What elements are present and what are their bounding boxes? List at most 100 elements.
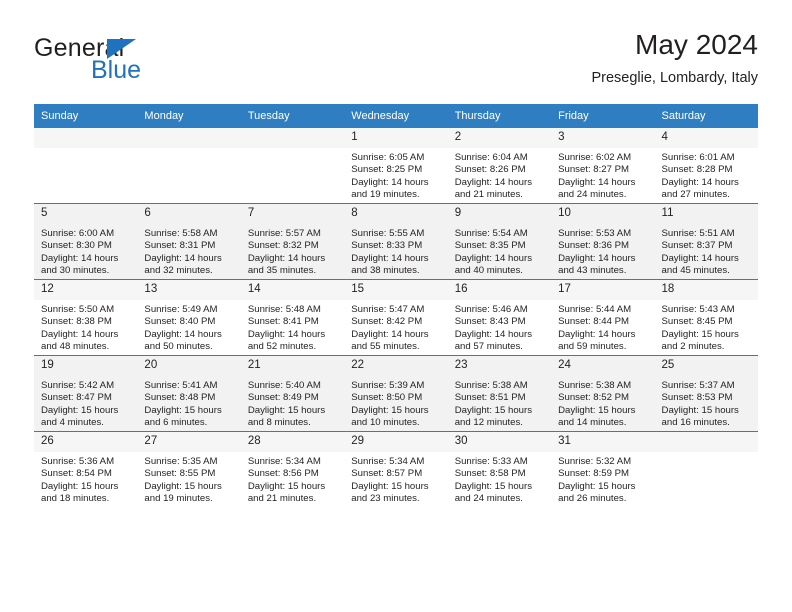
day-details (137, 148, 240, 152)
daylight-text: Daylight: 14 hours and 27 minutes. (661, 176, 739, 201)
calendar-day-cell[interactable]: 14 Sunrise: 5:48 AM Sunset: 8:41 PM Dayligh… (240, 279, 345, 356)
daylight-text: Daylight: 14 hours and 55 minutes. (351, 328, 429, 353)
sunset-text: Sunset: 8:35 PM (454, 240, 526, 252)
calendar-day-cell[interactable]: 6 Sunrise: 5:58 AM Sunset: 8:31 PM Daylight… (137, 203, 241, 280)
day-details: Sunrise: 6:04 AM Sunset: 8:26 PM Daylight:… (448, 148, 551, 202)
sunrise-text: Sunrise: 6:00 AM (41, 228, 115, 239)
sunset-text: Sunset: 8:48 PM (144, 392, 216, 404)
daylight-text: Daylight: 14 hours and 57 minutes. (454, 328, 533, 353)
calendar-day-cell[interactable]: 11 Sunrise: 5:51 AM Sunset: 8:37 PM Dayligh… (654, 203, 758, 280)
sunset-text: Sunset: 8:31 PM (144, 240, 216, 252)
daylight-text: Daylight: 15 hours and 2 minutes. (661, 328, 739, 353)
daylight-text: Daylight: 15 hours and 19 minutes. (144, 480, 222, 505)
calendar-day-cell[interactable]: 22 Sunrise: 5:39 AM Sunset: 8:50 PM Dayligh… (344, 355, 448, 432)
calendar-day-cell[interactable]: 9 Sunrise: 5:54 AM Sunset: 8:35 PM Daylight… (447, 203, 552, 280)
calendar-day-cell[interactable]: 21 Sunrise: 5:40 AM Sunset: 8:49 PM Dayligh… (240, 355, 345, 432)
calendar-day-cell[interactable]: 12 Sunrise: 5:50 AM Sunset: 8:38 PM Dayligh… (34, 279, 138, 356)
sunrise-text: Sunrise: 6:01 AM (661, 152, 735, 163)
sunset-text: Sunset: 8:59 PM (558, 468, 630, 480)
weekday-header-sunday: Sunday (34, 104, 138, 128)
sunrise-text: Sunrise: 5:40 AM (247, 380, 321, 391)
sunrise-text: Sunrise: 5:49 AM (144, 304, 218, 315)
calendar-day-cell-empty (654, 431, 758, 507)
calendar-day-cell[interactable]: 24 Sunrise: 5:38 AM Sunset: 8:52 PM Dayligh… (551, 355, 655, 432)
daylight-text: Daylight: 15 hours and 23 minutes. (351, 480, 429, 505)
calendar-day-cell[interactable]: 25 Sunrise: 5:37 AM Sunset: 8:53 PM Dayligh… (654, 355, 758, 432)
day-details: Sunrise: 5:38 AM Sunset: 8:51 PM Daylight:… (448, 376, 551, 430)
calendar-day-cell[interactable]: 23 Sunrise: 5:38 AM Sunset: 8:51 PM Dayligh… (447, 355, 552, 432)
sunrise-text: Sunrise: 5:57 AM (247, 228, 321, 239)
day-details: Sunrise: 5:34 AM Sunset: 8:56 PM Daylight:… (241, 452, 344, 506)
day-number: 20 (144, 359, 158, 371)
daylight-text: Daylight: 14 hours and 19 minutes. (351, 176, 429, 201)
day-number: 5 (41, 207, 48, 219)
calendar-day-cell[interactable]: 27 Sunrise: 5:35 AM Sunset: 8:55 PM Dayligh… (137, 431, 241, 507)
day-details: Sunrise: 5:37 AM Sunset: 8:53 PM Daylight:… (655, 376, 758, 430)
sunrise-text: Sunrise: 6:05 AM (351, 152, 425, 163)
calendar-week-row: 26 Sunrise: 5:36 AM Sunset: 8:54 PM Dayligh… (34, 431, 758, 507)
daylight-text: Daylight: 15 hours and 21 minutes. (247, 480, 326, 505)
sunrise-text: Sunrise: 6:04 AM (454, 152, 528, 163)
sunrise-text: Sunrise: 5:33 AM (454, 456, 528, 467)
daylight-text: Daylight: 14 hours and 35 minutes. (247, 252, 326, 277)
calendar-day-cell[interactable]: 10 Sunrise: 5:53 AM Sunset: 8:36 PM Dayligh… (551, 203, 655, 280)
calendar-day-cell[interactable]: 15 Sunrise: 5:47 AM Sunset: 8:42 PM Dayligh… (344, 279, 448, 356)
day-number: 4 (655, 128, 758, 148)
daylight-text: Daylight: 15 hours and 12 minutes. (454, 404, 533, 429)
sunrise-text: Sunrise: 5:54 AM (454, 228, 528, 239)
day-details: Sunrise: 5:57 AM Sunset: 8:32 PM Daylight:… (241, 224, 344, 278)
calendar-day-cell[interactable]: 19 Sunrise: 5:42 AM Sunset: 8:47 PM Dayligh… (34, 355, 138, 432)
day-details: Sunrise: 5:43 AM Sunset: 8:45 PM Daylight:… (655, 300, 758, 354)
calendar-day-cell[interactable]: 16 Sunrise: 5:46 AM Sunset: 8:43 PM Dayligh… (447, 279, 552, 356)
sunrise-text: Sunrise: 5:32 AM (558, 456, 632, 467)
sunset-text: Sunset: 8:43 PM (454, 316, 526, 328)
calendar-day-cell[interactable]: 13 Sunrise: 5:49 AM Sunset: 8:40 PM Dayligh… (137, 279, 241, 356)
calendar-body: 1 Sunrise: 6:05 AM Sunset: 8:25 PM Daylight… (34, 127, 758, 507)
daylight-text: Daylight: 14 hours and 59 minutes. (558, 328, 636, 353)
calendar-day-cell[interactable]: 2 Sunrise: 6:04 AM Sunset: 8:26 PM Daylight… (447, 127, 552, 204)
sunset-text: Sunset: 8:51 PM (454, 392, 526, 404)
day-details: Sunrise: 5:53 AM Sunset: 8:36 PM Daylight:… (551, 224, 654, 278)
sunrise-text: Sunrise: 5:51 AM (661, 228, 735, 239)
daylight-text: Daylight: 15 hours and 4 minutes. (41, 404, 119, 429)
day-details: Sunrise: 5:34 AM Sunset: 8:57 PM Daylight:… (344, 452, 447, 506)
calendar-day-cell[interactable]: 1 Sunrise: 6:05 AM Sunset: 8:25 PM Daylight… (344, 127, 448, 204)
calendar-day-cell[interactable]: 20 Sunrise: 5:41 AM Sunset: 8:48 PM Dayligh… (137, 355, 241, 432)
day-number: 17 (551, 280, 654, 300)
sunset-text: Sunset: 8:26 PM (454, 164, 526, 176)
sunrise-text: Sunrise: 5:37 AM (661, 380, 735, 391)
calendar-day-cell[interactable]: 29 Sunrise: 5:34 AM Sunset: 8:57 PM Dayligh… (344, 431, 448, 507)
day-number: 18 (655, 280, 758, 300)
day-details: Sunrise: 5:35 AM Sunset: 8:55 PM Daylight:… (137, 452, 240, 506)
calendar-day-cell[interactable]: 5 Sunrise: 6:00 AM Sunset: 8:30 PM Daylight… (34, 203, 138, 280)
day-number: 30 (448, 432, 551, 452)
calendar-day-cell[interactable]: 18 Sunrise: 5:43 AM Sunset: 8:45 PM Dayligh… (654, 279, 758, 356)
daylight-text: Daylight: 15 hours and 26 minutes. (558, 480, 636, 505)
calendar-day-cell[interactable]: 31 Sunrise: 5:32 AM Sunset: 8:59 PM Dayligh… (551, 431, 655, 507)
sunrise-text: Sunrise: 5:47 AM (351, 304, 425, 315)
sunset-text: Sunset: 8:27 PM (558, 164, 630, 176)
day-number: 25 (661, 359, 675, 371)
sunset-text: Sunset: 8:30 PM (41, 240, 112, 252)
calendar-day-cell[interactable]: 7 Sunrise: 5:57 AM Sunset: 8:32 PM Daylight… (240, 203, 345, 280)
calendar-day-cell[interactable]: 4 Sunrise: 6:01 AM Sunset: 8:28 PM Daylight… (654, 127, 758, 204)
calendar-day-cell[interactable]: 17 Sunrise: 5:44 AM Sunset: 8:44 PM Dayligh… (551, 279, 655, 356)
sunrise-text: Sunrise: 5:46 AM (454, 304, 528, 315)
calendar-day-cell[interactable]: 30 Sunrise: 5:33 AM Sunset: 8:58 PM Dayligh… (447, 431, 552, 507)
daylight-text: Daylight: 14 hours and 48 minutes. (41, 328, 119, 353)
weekday-header-thursday: Thursday (447, 104, 552, 128)
calendar-day-cell[interactable]: 3 Sunrise: 6:02 AM Sunset: 8:27 PM Daylight… (551, 127, 655, 204)
day-details: Sunrise: 5:32 AM Sunset: 8:59 PM Daylight:… (551, 452, 654, 506)
day-number (241, 128, 344, 148)
daylight-text: Daylight: 14 hours and 52 minutes. (247, 328, 326, 353)
calendar-day-cell[interactable]: 28 Sunrise: 5:34 AM Sunset: 8:56 PM Dayligh… (240, 431, 345, 507)
day-number (137, 128, 240, 148)
page-title: May 2024 (635, 29, 758, 60)
general-blue-logo[interactable]: General Blue (34, 34, 274, 92)
day-details: Sunrise: 5:41 AM Sunset: 8:48 PM Daylight:… (137, 376, 240, 430)
calendar-day-cell[interactable]: 26 Sunrise: 5:36 AM Sunset: 8:54 PM Dayligh… (34, 431, 138, 507)
daylight-text: Daylight: 14 hours and 21 minutes. (454, 176, 533, 201)
day-details: Sunrise: 6:01 AM Sunset: 8:28 PM Daylight:… (655, 148, 758, 202)
calendar-day-cell[interactable]: 8 Sunrise: 5:55 AM Sunset: 8:33 PM Daylight… (344, 203, 448, 280)
sunset-text: Sunset: 8:41 PM (247, 316, 319, 328)
